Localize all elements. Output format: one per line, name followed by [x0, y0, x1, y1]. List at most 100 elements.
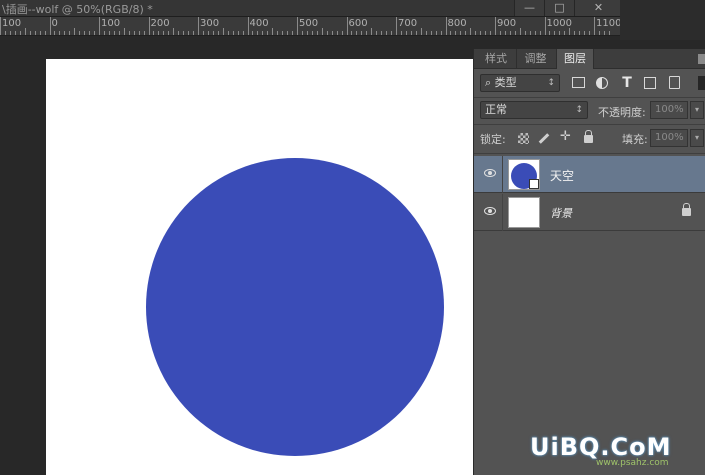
ruler-tick [400, 31, 402, 35]
ruler-tick [188, 31, 190, 35]
close-button[interactable]: ✕ [574, 0, 622, 16]
ruler-tick [514, 31, 516, 35]
ruler-tick [64, 31, 66, 35]
fill-dropdown-icon[interactable]: ▾ [690, 129, 704, 147]
ruler-tick [584, 31, 586, 35]
ruler-tick [158, 31, 160, 35]
ruler-tick [237, 31, 239, 35]
ruler-tick [94, 31, 96, 35]
layer-name[interactable]: 天空 [550, 167, 574, 184]
document-title-bar: \插画--wolf @ 50%(RGB/8) * — □ ✕ [0, 0, 622, 17]
ruler-tick [212, 31, 214, 35]
filter-toggle-icon[interactable] [698, 76, 705, 90]
layer-row-background[interactable]: 背景 [474, 194, 705, 231]
sky-circle-shape[interactable] [146, 158, 444, 456]
filter-type-select[interactable]: ⌕ 类型 ↕ [480, 74, 560, 92]
ruler-tick [544, 17, 546, 35]
blend-mode-value: 正常 [485, 103, 507, 116]
ruler-tick [257, 31, 259, 35]
panel-menu-icon[interactable] [698, 54, 705, 64]
tab-adjustments[interactable]: 调整 [516, 49, 554, 69]
ruler-tick [306, 31, 308, 35]
lock-all-icon[interactable] [584, 130, 593, 143]
ruler-tick [331, 31, 333, 35]
layer-row-sky[interactable]: 天空 [474, 156, 705, 193]
ruler-tick [79, 31, 81, 35]
ruler-tick [490, 31, 492, 35]
ruler-tick [435, 31, 437, 35]
opacity-dropdown-icon[interactable]: ▾ [690, 101, 704, 119]
ruler-tick [534, 31, 536, 35]
smart-object-filter-icon[interactable] [669, 76, 680, 89]
minimize-button[interactable]: — [514, 0, 544, 16]
layer-filter-row: ⌕ 类型 ↕ T [474, 71, 705, 97]
ruler-tick [262, 31, 264, 35]
ruler-tick [485, 31, 487, 35]
horizontal-ruler[interactable]: 100 0 100 200 300 400 500 600 700 800 900 1000 1100 [0, 17, 622, 36]
lock-position-icon[interactable]: ✛ [560, 130, 574, 145]
ruler-tick [242, 31, 244, 35]
ruler-tick [311, 31, 313, 35]
ruler-tick [366, 31, 368, 35]
type-filter-icon[interactable]: T [620, 76, 634, 90]
ruler-tick [589, 31, 591, 35]
ruler-tick [509, 31, 511, 35]
ruler-tick [564, 31, 566, 35]
fill-input[interactable]: 100% [650, 129, 688, 147]
divider [474, 153, 705, 154]
ruler-tick [529, 31, 531, 35]
maximize-button[interactable]: □ [544, 0, 574, 16]
visibility-eye-icon[interactable] [484, 169, 496, 177]
layer-thumbnail[interactable] [508, 197, 540, 228]
panel-tabs: 样式 调整 图层 [474, 49, 705, 69]
ruler-tick [336, 31, 338, 35]
ruler-tick [519, 28, 521, 35]
ruler-tick [252, 31, 254, 35]
ruler-label: 1000 [546, 18, 572, 29]
ruler-tick [470, 28, 472, 35]
ruler-tick [74, 28, 76, 35]
ruler-tick [351, 31, 353, 35]
ruler-tick [128, 31, 130, 35]
ruler-tick [440, 31, 442, 35]
ruler-tick [138, 31, 140, 35]
adjustment-filter-icon[interactable] [596, 77, 608, 89]
lock-image-pixels-icon[interactable] [538, 133, 550, 144]
blend-mode-select[interactable]: 正常 ↕ [480, 101, 588, 119]
ruler-tick [113, 31, 115, 35]
ruler-tick [297, 17, 298, 35]
ruler-tick [396, 17, 397, 35]
tab-layers[interactable]: 图层 [556, 49, 594, 69]
pixel-layer-filter-icon[interactable] [572, 77, 585, 88]
ruler-tick [316, 31, 318, 35]
ruler-tick [84, 31, 86, 35]
opacity-input[interactable]: 100% [650, 101, 688, 119]
ruler-tick [222, 28, 224, 35]
ruler-tick [148, 17, 150, 35]
layer-name[interactable]: 背景 [550, 205, 572, 221]
ruler-label: 300 [200, 18, 220, 29]
layer-locked-icon[interactable] [682, 203, 691, 216]
ruler-tick [386, 31, 388, 35]
ruler-tick [29, 31, 31, 35]
ruler-tick [34, 31, 36, 35]
ruler-tick [247, 17, 249, 35]
layer-thumbnail[interactable] [508, 159, 540, 190]
visibility-eye-icon[interactable] [484, 207, 496, 215]
ruler-tick [460, 31, 462, 35]
lock-transparent-pixels-icon[interactable] [518, 133, 529, 144]
workspace-gutter [620, 0, 705, 40]
tab-styles[interactable]: 样式 [478, 49, 514, 69]
ruler-tick [173, 28, 175, 35]
ruler-tick [554, 31, 556, 35]
divider [502, 194, 503, 231]
ruler-label: 700 [398, 18, 418, 29]
ruler-tick [425, 31, 427, 35]
ruler-tick [301, 31, 303, 35]
ruler-tick [14, 31, 16, 35]
ruler-tick [133, 31, 135, 35]
ruler-label: 400 [249, 18, 269, 29]
shape-filter-icon[interactable] [644, 77, 656, 89]
ruler-tick [381, 31, 383, 35]
ruler-tick [54, 31, 56, 35]
